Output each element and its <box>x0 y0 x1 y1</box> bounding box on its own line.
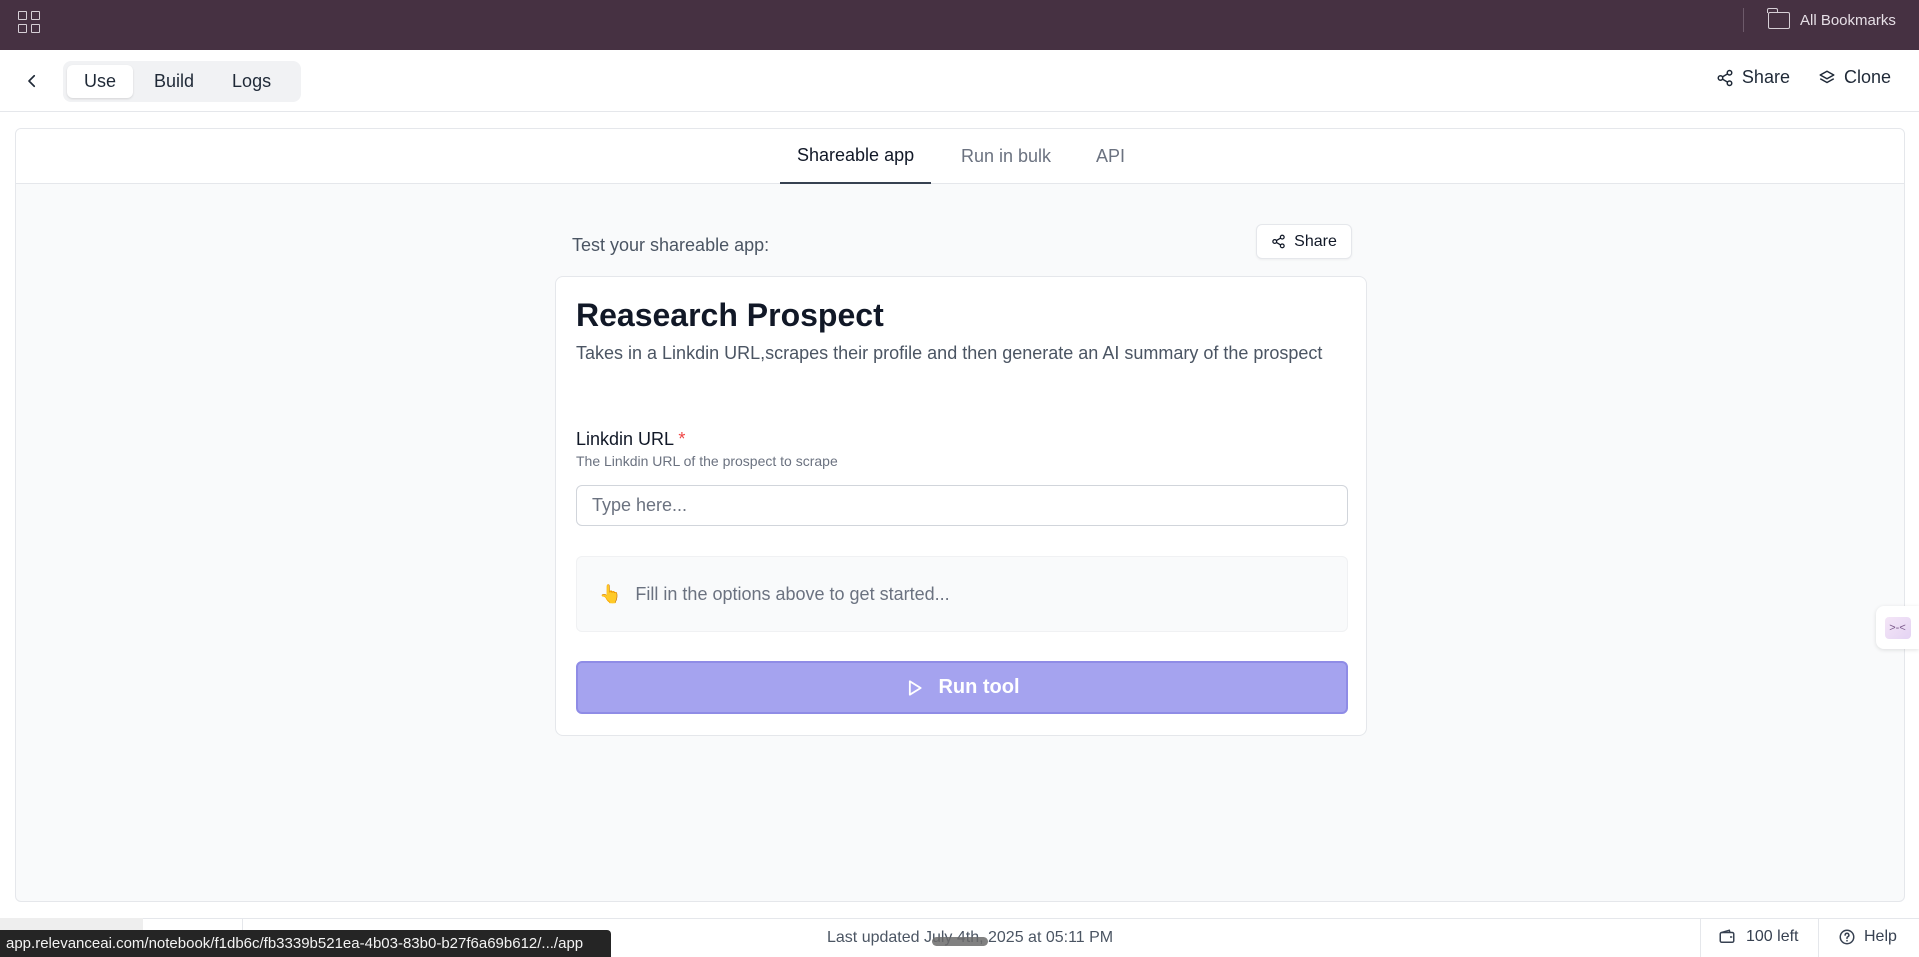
layers-icon <box>1819 70 1835 83</box>
field-help-text: The Linkdin URL of the prospect to scrap… <box>576 453 838 469</box>
share-icon <box>1717 69 1733 86</box>
wallet-icon <box>1719 929 1735 943</box>
required-mark: * <box>678 429 686 449</box>
subtabs: Shareable app Run in bulk API <box>16 129 1904 184</box>
app-title: Reasearch Prospect <box>576 297 884 333</box>
footer-tab <box>0 918 143 930</box>
tab-build[interactable]: Build <box>137 65 211 98</box>
app-description: Takes in a Linkdin URL,scrapes their pro… <box>576 343 1323 363</box>
help-icon <box>1839 929 1855 945</box>
chevron-left-icon <box>28 74 36 88</box>
tab-logs[interactable]: Logs <box>215 65 288 98</box>
clone-label: Clone <box>1843 67 1891 87</box>
credits-label: 100 left <box>1746 928 1799 945</box>
app-share-label: Share <box>1294 232 1337 250</box>
hint-text: Fill in the options above to get started… <box>635 583 950 604</box>
status-url: app.relevanceai.com/notebook/f1db6c/fb33… <box>0 930 612 957</box>
folder-icon <box>1767 7 1790 29</box>
tab-api[interactable]: API <box>1096 129 1125 184</box>
field-label-text: Linkdin URL <box>576 429 674 449</box>
hint-box: 👆 Fill in the options above to get start… <box>576 556 1348 632</box>
credits-indicator[interactable]: 100 left <box>1718 928 1798 946</box>
mode-tabs: Use Build Logs <box>63 61 301 102</box>
footer-divider <box>1700 919 1701 957</box>
app-share-button[interactable]: Share <box>1256 224 1352 259</box>
header-share-label: Share <box>1741 67 1790 87</box>
tab-shareable-app[interactable]: Shareable app <box>780 129 932 184</box>
bar-divider <box>1743 8 1744 32</box>
test-app-label: Test your shareable app: <box>572 235 770 255</box>
scroll-indicator[interactable] <box>932 937 988 946</box>
share-icon <box>1272 234 1285 249</box>
apps-grid-icon[interactable] <box>16 9 40 33</box>
help-label: Help <box>1864 928 1897 945</box>
app-card: Reasearch Prospect Takes in a Linkdin UR… <box>555 276 1367 736</box>
browser-bar: All Bookmarks <box>0 0 1919 50</box>
help-button[interactable]: Help <box>1838 928 1897 946</box>
pointing-up-icon: 👆 <box>599 583 622 604</box>
play-icon <box>909 679 923 696</box>
all-bookmarks-label: All Bookmarks <box>1800 11 1896 29</box>
all-bookmarks-button[interactable]: All Bookmarks <box>1767 7 1896 32</box>
back-button[interactable] <box>18 67 46 95</box>
run-tool-label: Run tool <box>938 676 1020 698</box>
footer-divider <box>1818 919 1819 957</box>
tab-run-in-bulk[interactable]: Run in bulk <box>961 129 1051 184</box>
header-actions: Share Clone <box>1716 67 1891 88</box>
linkdin-url-label: Linkdin URL * <box>576 429 685 450</box>
header-share-button[interactable]: Share <box>1716 67 1790 88</box>
side-widget[interactable]: >-< <box>1876 606 1919 649</box>
linkdin-url-input[interactable] <box>576 485 1348 526</box>
app-header: Use Build Logs Share Clone <box>0 50 1919 112</box>
tab-use[interactable]: Use <box>67 65 134 98</box>
clone-button[interactable]: Clone <box>1818 67 1891 88</box>
run-tool-button[interactable]: Run tool <box>576 661 1348 714</box>
widget-icon: >-< <box>1884 616 1911 639</box>
main-panel: Shareable app Run in bulk API Test your … <box>15 128 1905 902</box>
